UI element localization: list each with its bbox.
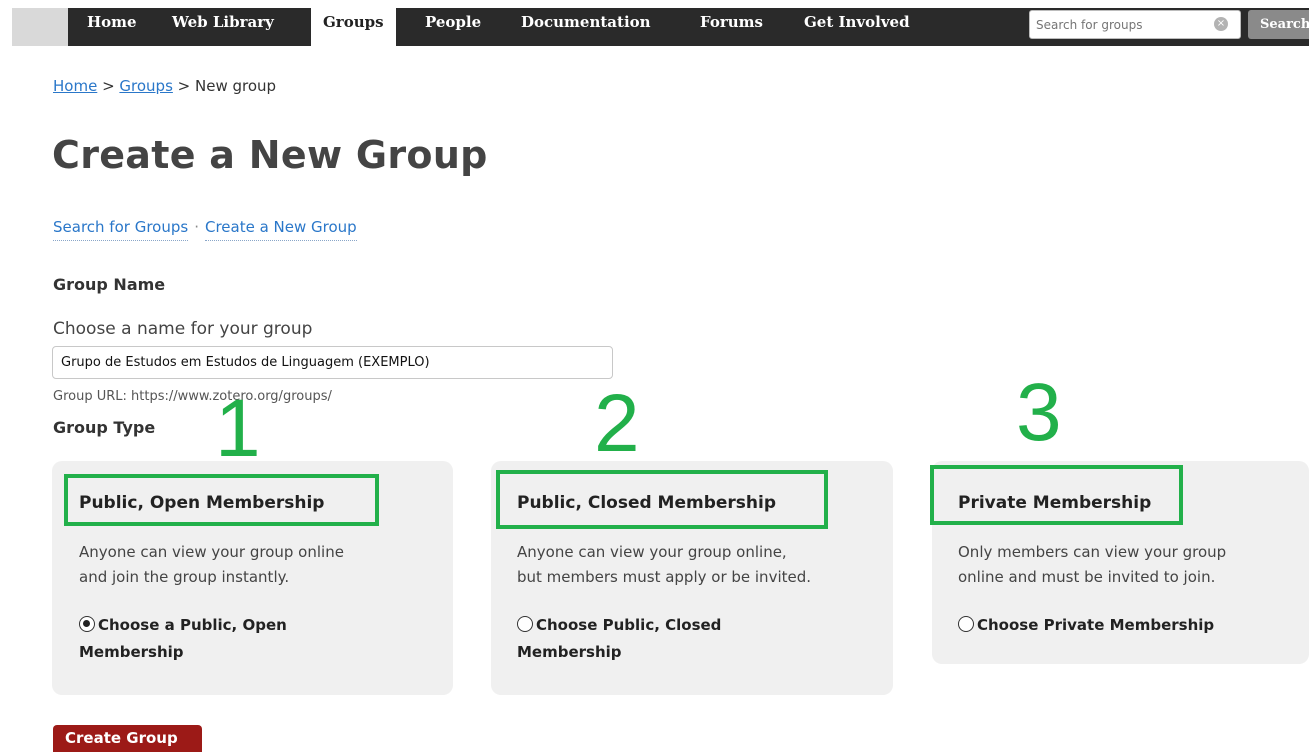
group-search-input[interactable]: [1029, 10, 1241, 39]
option-label: Choose a Public, Open: [98, 616, 287, 634]
private-radio-option[interactable]: Choose Private Membership: [958, 612, 1298, 639]
nav-forums[interactable]: Forums: [688, 8, 775, 46]
nav-left-strip: [12, 8, 68, 46]
group-name-input[interactable]: [52, 346, 613, 379]
public-closed-radio-option[interactable]: Choose Public, Closed Membership: [517, 612, 857, 666]
nav-documentation[interactable]: Documentation: [509, 8, 663, 46]
option-label: Membership: [517, 643, 622, 661]
option-label: Membership: [79, 643, 184, 661]
annotation-number: 2: [594, 378, 640, 469]
search-groups-link[interactable]: Search for Groups: [53, 218, 189, 241]
page-title: Create a New Group: [52, 133, 488, 177]
breadcrumb-separator: >: [172, 77, 195, 95]
breadcrumb-groups-link[interactable]: Groups: [119, 77, 172, 95]
nav-web-library[interactable]: Web Library: [160, 8, 286, 46]
description-line: Anyone can view your group online: [79, 543, 344, 561]
description-line: online and must be invited to join.: [958, 568, 1216, 586]
group-name-label: Choose a name for your group: [53, 319, 313, 339]
breadcrumb: Home > Groups > New group: [53, 77, 276, 95]
description-line: Only members can view your group: [958, 543, 1227, 561]
annotation-highlight-box: [64, 474, 379, 526]
group-type-description: Anyone can view your group online, but m…: [517, 540, 811, 590]
public-open-radio-option[interactable]: Choose a Public, Open Membership: [79, 612, 419, 666]
subnav-separator: ·: [194, 218, 199, 236]
group-type-description: Anyone can view your group online and jo…: [79, 540, 344, 590]
annotation-highlight-box: [496, 470, 828, 529]
clear-search-icon[interactable]: ×: [1214, 17, 1228, 31]
group-name-heading: Group Name: [53, 275, 166, 294]
breadcrumb-current: New group: [195, 77, 277, 95]
annotation-number: 3: [1016, 367, 1062, 458]
description-line: and join the group instantly.: [79, 568, 290, 586]
radio-unselected-icon[interactable]: [517, 616, 533, 632]
breadcrumb-home-link[interactable]: Home: [53, 77, 97, 95]
annotation-highlight-box: [930, 465, 1183, 525]
nav-groups[interactable]: Groups: [311, 8, 396, 46]
group-url-text: Group URL: https://www.zotero.org/groups…: [53, 389, 332, 404]
create-group-button[interactable]: Create Group: [53, 725, 202, 752]
radio-unselected-icon[interactable]: [958, 616, 974, 632]
nav-get-involved[interactable]: Get Involved: [792, 8, 922, 46]
group-type-heading: Group Type: [53, 418, 156, 437]
nav-people[interactable]: People: [413, 8, 493, 46]
breadcrumb-separator: >: [97, 77, 120, 95]
option-label: Choose Private Membership: [977, 616, 1215, 634]
radio-selected-icon[interactable]: [79, 616, 95, 632]
create-group-link[interactable]: Create a New Group: [204, 218, 357, 241]
search-button[interactable]: Search: [1248, 10, 1309, 39]
annotation-number: 1: [215, 383, 261, 474]
description-line: Anyone can view your group online,: [517, 543, 787, 561]
description-line: but members must apply or be invited.: [517, 568, 812, 586]
group-type-description: Only members can view your group online …: [958, 540, 1226, 590]
groups-subnav: Search for Groups · Create a New Group: [53, 218, 357, 241]
option-label: Choose Public, Closed: [536, 616, 722, 634]
nav-home[interactable]: Home: [75, 8, 149, 46]
